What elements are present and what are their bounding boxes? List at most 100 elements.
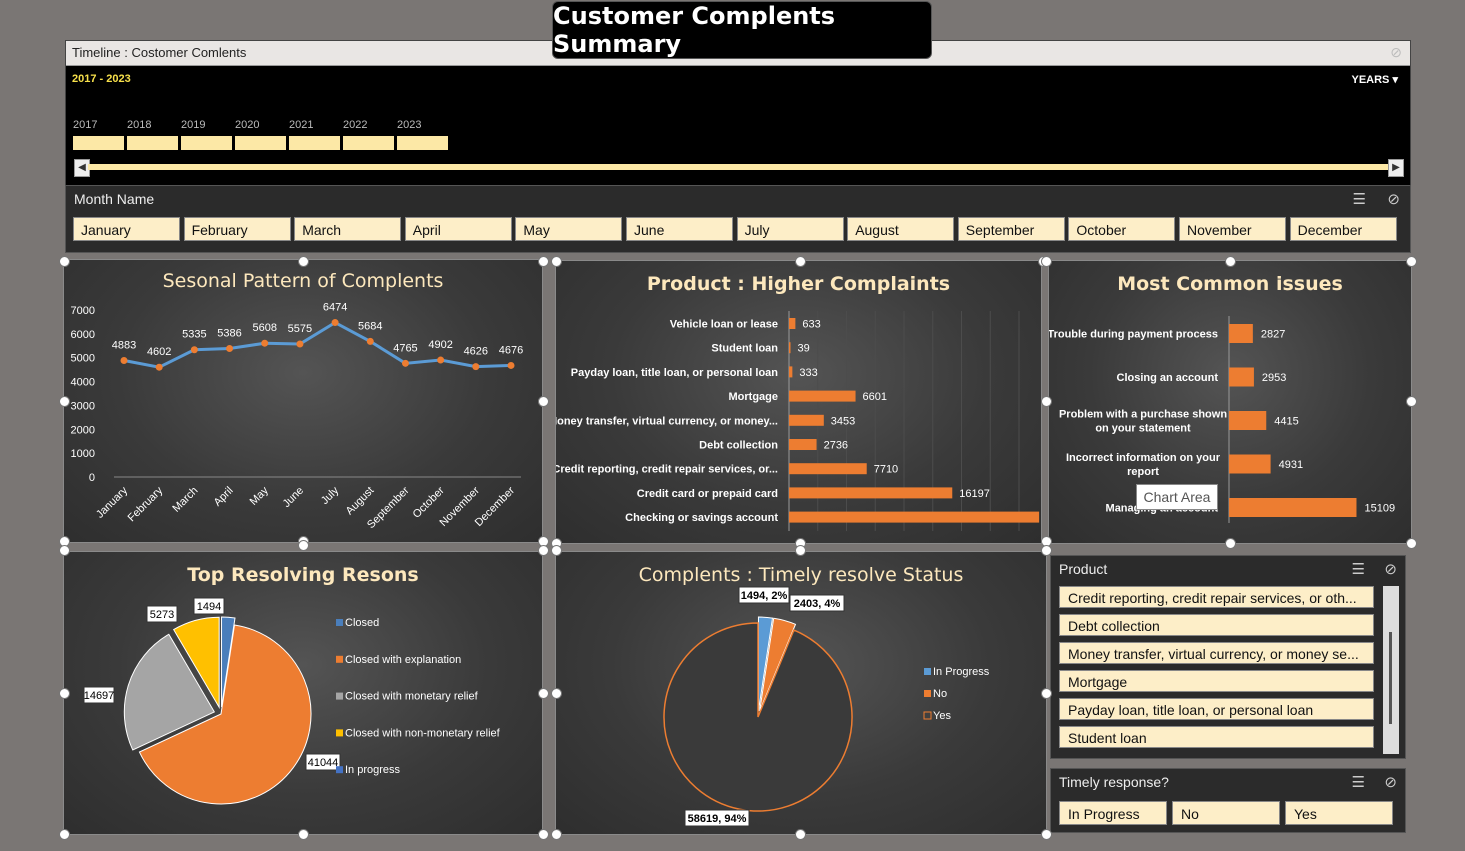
month-button-april[interactable]: April	[404, 217, 512, 241]
timeline-year-bar[interactable]	[181, 136, 232, 150]
legend-swatch	[336, 655, 343, 663]
clear-filter-icon[interactable]: ⊘	[1384, 773, 1397, 791]
selection-handle[interactable]	[795, 256, 806, 267]
timeline-period-dropdown[interactable]: YEARS ▾	[1352, 73, 1399, 86]
slicer-scrollbar[interactable]	[1383, 586, 1399, 754]
selection-handle[interactable]	[1041, 396, 1052, 407]
multi-select-icon[interactable]: ☰	[1352, 773, 1365, 791]
selection-handle[interactable]	[551, 829, 562, 840]
category-label: Checking or savings account	[625, 512, 778, 524]
category-label: Debt collection	[699, 440, 778, 452]
clear-filter-icon[interactable]: ⊘	[1384, 560, 1397, 578]
legend-entry: Closed	[345, 617, 379, 629]
month-button-august[interactable]: August	[847, 217, 955, 241]
timeline-year-label: 2023	[397, 119, 422, 131]
selection-handle[interactable]	[1225, 256, 1236, 267]
common-issues-chart[interactable]: Most Common issues Trouble during paymen…	[1048, 260, 1412, 544]
category-label: Payday loan, title loan, or personal loa…	[571, 367, 778, 379]
resolving-reasons-chart[interactable]: Top Resolving Resons 1494 41044 14697 5273 C…	[63, 551, 543, 835]
bar	[789, 366, 793, 378]
selection-handle[interactable]	[1041, 829, 1052, 840]
timeline-year-bar[interactable]	[289, 136, 340, 150]
category-label: on your statement	[1095, 423, 1191, 435]
selection-handle[interactable]	[1041, 688, 1052, 699]
selection-handle[interactable]	[298, 829, 309, 840]
month-button-july[interactable]: July	[736, 217, 844, 241]
selection-handle[interactable]	[59, 545, 70, 556]
selection-handle[interactable]	[1406, 538, 1417, 549]
month-button-november[interactable]: November	[1179, 217, 1286, 241]
product-complaints-chart[interactable]: Product : Higher Complaints Vehicle loan…	[555, 260, 1042, 544]
timeline-year-bar[interactable]	[235, 136, 286, 150]
legend-swatch	[924, 690, 931, 697]
month-button-may[interactable]: May	[515, 217, 623, 241]
month-button-march[interactable]: March	[294, 217, 402, 241]
selection-handle[interactable]	[59, 829, 70, 840]
timeline-year-bar[interactable]	[127, 136, 178, 150]
month-button-december[interactable]: December	[1289, 217, 1397, 241]
selection-handle[interactable]	[59, 256, 70, 267]
category-label: Credit reporting, credit repair services…	[556, 464, 778, 476]
selection-handle[interactable]	[1406, 396, 1417, 407]
selection-handle[interactable]	[795, 829, 806, 840]
timeline-year-bar[interactable]	[397, 136, 448, 150]
scroll-right-icon[interactable]: ▶	[1388, 159, 1404, 177]
selection-handle[interactable]	[538, 396, 549, 407]
multi-select-icon[interactable]: ☰	[1353, 190, 1366, 208]
data-label: 3453	[831, 415, 855, 427]
bar	[789, 511, 1040, 523]
month-button-february[interactable]: February	[183, 217, 291, 241]
timely-response-item[interactable]: No	[1172, 801, 1280, 825]
product-item[interactable]: Mortgage	[1059, 670, 1374, 692]
chart-area-tooltip: Chart Area	[1136, 484, 1218, 510]
timely-response-item[interactable]: Yes	[1285, 801, 1393, 825]
selection-handle[interactable]	[538, 688, 549, 699]
timeline-slicer[interactable]: Timeline : Costomer Comlents ⊘ 2017 - 20…	[65, 40, 1411, 186]
selection-handle[interactable]	[795, 545, 806, 556]
product-item[interactable]: Money transfer, virtual currency, or mon…	[1059, 642, 1374, 664]
month-button-september[interactable]: September	[957, 217, 1065, 241]
selection-handle[interactable]	[538, 545, 549, 556]
selection-handle[interactable]	[59, 688, 70, 699]
month-button-october[interactable]: October	[1068, 217, 1176, 241]
data-label: 5575	[288, 323, 312, 335]
data-point	[472, 363, 480, 371]
selection-handle[interactable]	[538, 829, 549, 840]
product-item[interactable]: Debt collection	[1059, 614, 1374, 636]
clear-filter-icon[interactable]: ⊘	[1390, 44, 1402, 61]
selection-handle[interactable]	[551, 256, 562, 267]
multi-select-icon[interactable]: ☰	[1352, 560, 1365, 578]
selection-handle[interactable]	[1041, 256, 1052, 267]
product-item[interactable]: Payday loan, title loan, or personal loa…	[1059, 698, 1374, 720]
timeline-year-bar[interactable]	[343, 136, 394, 150]
scroll-thumb[interactable]	[1389, 632, 1392, 724]
data-label: 633	[802, 319, 820, 331]
selection-handle[interactable]	[298, 256, 309, 267]
month-button-january[interactable]: January	[73, 217, 180, 241]
month-button-june[interactable]: June	[626, 217, 733, 241]
data-label: 6601	[863, 391, 887, 403]
timely-status-chart[interactable]: Complents : Timely resolve Status 1494, …	[555, 551, 1047, 835]
data-label: 5386	[217, 328, 241, 340]
timeline-year-bar[interactable]	[73, 136, 124, 150]
data-label: 4602	[147, 346, 171, 358]
product-item[interactable]: Credit reporting, credit repair services…	[1059, 586, 1374, 608]
selection-handle[interactable]	[551, 688, 562, 699]
data-label: 39	[798, 343, 810, 355]
selection-handle[interactable]	[1406, 256, 1417, 267]
data-label: 4765	[393, 342, 417, 354]
selection-handle[interactable]	[551, 545, 562, 556]
clear-filter-icon[interactable]: ⊘	[1387, 190, 1400, 208]
selection-handle[interactable]	[298, 540, 309, 551]
timely-response-item[interactable]: In Progress	[1059, 801, 1167, 825]
selection-handle[interactable]	[538, 256, 549, 267]
seasonal-pattern-chart[interactable]: Sesonal Pattern of Complents 0 1000 2000 30…	[63, 259, 543, 543]
timeline-scrollbar[interactable]	[88, 164, 1388, 170]
selection-handle[interactable]	[59, 396, 70, 407]
selection-handle[interactable]	[1225, 538, 1236, 549]
x-tick-label: July	[319, 484, 342, 507]
product-slicer: Product ☰ ⊘ Credit reporting, credit rep…	[1050, 555, 1406, 759]
category-label: report	[1127, 466, 1159, 478]
product-item[interactable]: Student loan	[1059, 726, 1374, 748]
selection-handle[interactable]	[1041, 545, 1052, 556]
